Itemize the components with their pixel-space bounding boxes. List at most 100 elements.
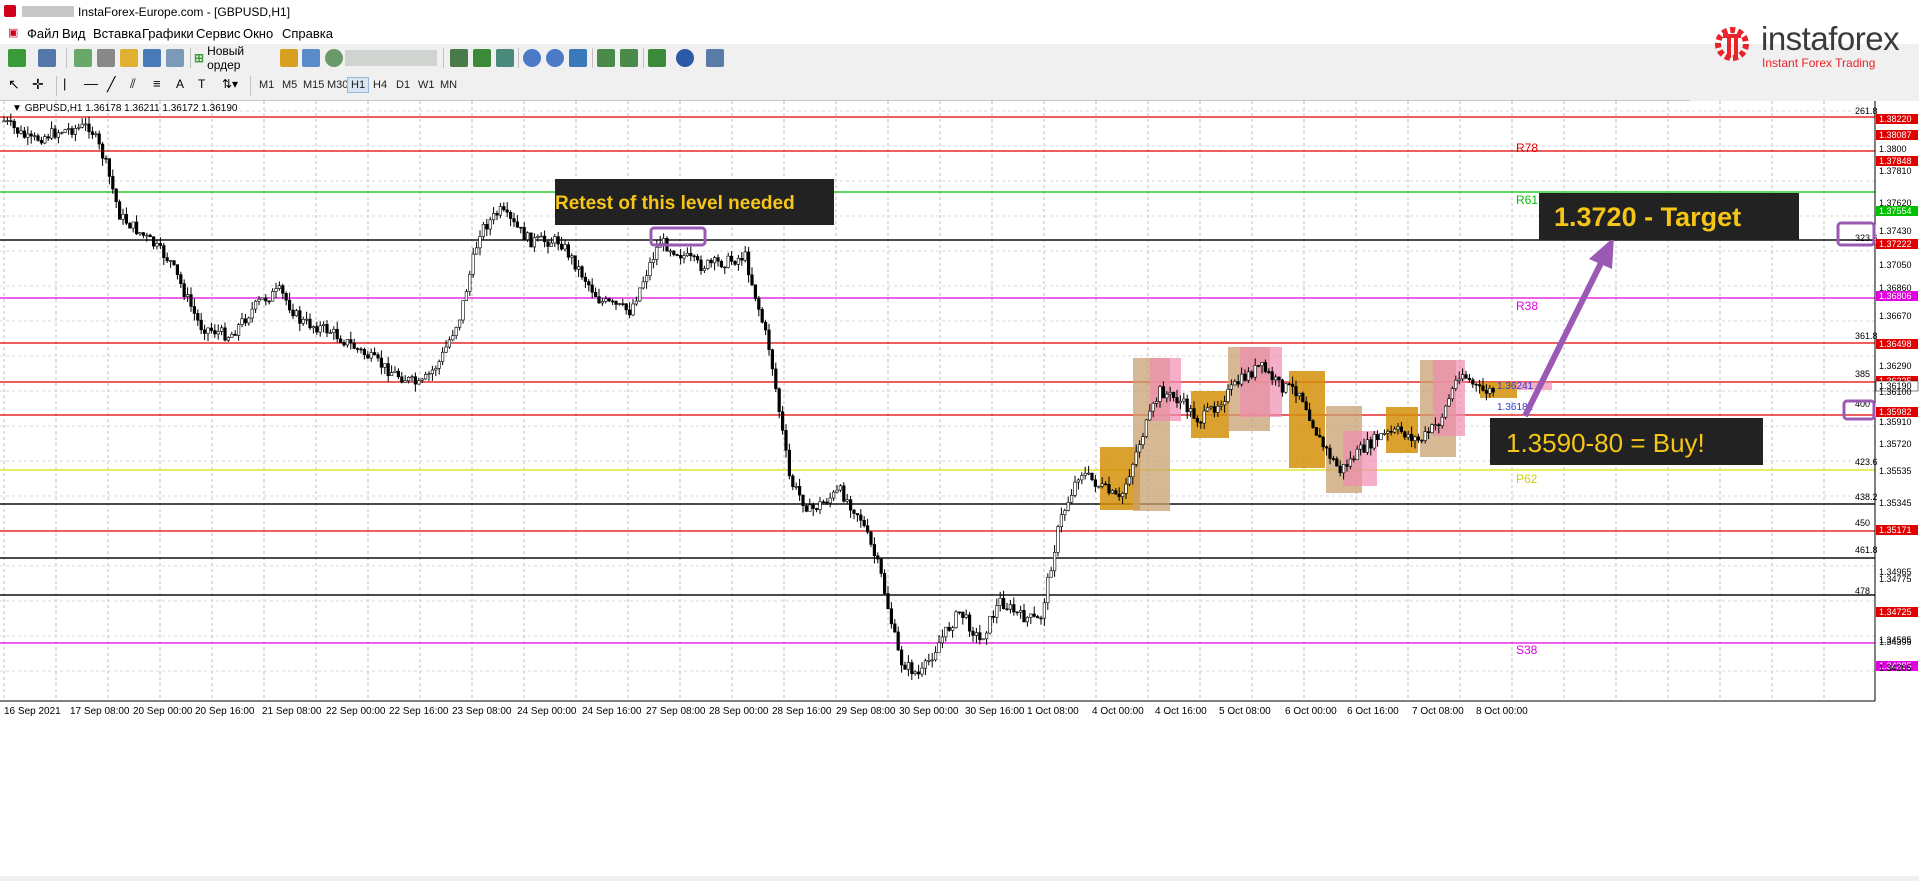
templates-icon[interactable]	[706, 49, 724, 67]
horizontal-line-icon[interactable]: —	[84, 75, 98, 93]
candle-body	[763, 321, 768, 331]
candle-body	[1107, 484, 1111, 494]
candle-body	[1001, 597, 1006, 610]
candle-body	[1352, 458, 1356, 461]
candle-body	[1022, 609, 1026, 623]
candle-body	[1182, 398, 1186, 402]
candle-body	[162, 245, 166, 258]
candle-body	[882, 573, 887, 594]
candle-body	[485, 224, 489, 230]
candle-body	[1348, 458, 1352, 467]
zoom-in-icon[interactable]	[523, 49, 541, 67]
cursor-icon[interactable]: ↖	[8, 76, 22, 94]
toolbar-standard: ⊞ Новый ордер	[0, 44, 1690, 73]
candlestick-icon[interactable]	[473, 49, 491, 67]
crosshair-icon[interactable]: ✛	[32, 76, 46, 94]
candle-body	[321, 324, 326, 327]
menu-tools[interactable]: Сервис	[196, 26, 241, 41]
chart-menu-icon[interactable]: ▼	[12, 103, 22, 114]
arrows-icon[interactable]: ⇅▾	[222, 77, 244, 95]
toolbar-separator	[190, 48, 191, 68]
candle-body	[757, 298, 761, 310]
chart-window[interactable]: 261.8 1.38220 1.38087 1.3800 1.37848 1.37810 1…	[0, 96, 1919, 876]
trendline-icon[interactable]: ╱	[107, 76, 121, 94]
market-icon[interactable]	[325, 49, 343, 67]
candle-body	[746, 251, 751, 276]
vertical-line-icon[interactable]: |	[63, 76, 71, 94]
symbol-line: GBPUSD,H1 1.36178 1.36211 1.36172 1.3619…	[24, 103, 238, 114]
text-label-icon[interactable]: T	[198, 77, 212, 95]
menu-window[interactable]: Окно	[243, 26, 273, 41]
timeframe-m1[interactable]: M1	[256, 78, 277, 92]
timeframe-mn[interactable]: MN	[437, 78, 460, 92]
candle-body	[787, 449, 791, 477]
timeframe-h4[interactable]: H4	[370, 78, 390, 92]
candle-body	[488, 219, 492, 230]
signals-icon[interactable]	[302, 49, 320, 67]
candle-body	[73, 128, 77, 135]
candle-body	[56, 132, 60, 138]
candle-body	[1087, 472, 1091, 475]
menu-app-icon[interactable]: ▣	[8, 26, 18, 39]
indicators-icon[interactable]	[648, 49, 666, 67]
navigator-icon[interactable]	[120, 49, 138, 67]
candle-body	[1127, 476, 1131, 485]
candle-body	[1080, 475, 1084, 481]
tester-icon[interactable]	[166, 49, 184, 67]
chart-shift-icon[interactable]	[620, 49, 638, 67]
menu-insert[interactable]: Вставка	[93, 26, 141, 41]
line-chart-icon[interactable]	[496, 49, 514, 67]
candle-body	[753, 284, 757, 299]
menu-help[interactable]: Справка	[282, 26, 333, 41]
candle-body	[332, 328, 336, 333]
new-chart-icon[interactable]	[8, 49, 26, 67]
level-lines	[0, 96, 1875, 644]
new-order-button[interactable]: ⊞ Новый ордер	[194, 44, 276, 72]
bar-chart-icon[interactable]	[450, 49, 468, 67]
timeframe-w1[interactable]: W1	[415, 78, 438, 92]
candle-body	[536, 236, 540, 239]
new-order-icon: ⊞	[194, 51, 205, 65]
candle-body	[991, 615, 995, 618]
timeframe-d1[interactable]: D1	[393, 78, 413, 92]
text-icon[interactable]: A	[176, 77, 188, 95]
autoscroll-icon[interactable]	[597, 49, 615, 67]
profiles-icon[interactable]	[38, 49, 56, 67]
candle-body	[342, 342, 346, 346]
candle-body	[546, 241, 550, 247]
candle-body	[379, 357, 384, 368]
candle-body	[638, 287, 642, 302]
menu-view[interactable]: Вид	[62, 26, 86, 41]
candle-body	[1430, 424, 1434, 433]
candle-body	[621, 303, 625, 305]
price-tick-label: 1.37430	[1879, 226, 1912, 236]
logo-brand: instaforex	[1761, 20, 1900, 57]
time-tick-label: 21 Sep 08:00	[262, 706, 322, 717]
candle-body	[53, 128, 57, 138]
timeframe-m5[interactable]: M5	[279, 78, 300, 92]
tile-windows-icon[interactable]	[569, 49, 587, 67]
market-watch-icon[interactable]	[74, 49, 92, 67]
data-window-icon[interactable]	[97, 49, 115, 67]
timeframe-h1[interactable]: H1	[347, 77, 370, 93]
candle-body	[682, 255, 686, 259]
candle-body	[954, 611, 958, 628]
time-tick-label: 6 Oct 00:00	[1285, 706, 1337, 717]
periods-icon[interactable]	[676, 49, 694, 67]
candle-body	[1059, 514, 1063, 528]
fibonacci-icon[interactable]: ≡	[153, 76, 167, 94]
time-tick-label: 28 Sep 00:00	[709, 706, 769, 717]
level-label-s38: S38	[1516, 643, 1538, 657]
menu-charts[interactable]: Графики	[142, 26, 194, 41]
app-icon	[4, 5, 16, 17]
candle-body	[1025, 617, 1029, 623]
metaeditor-icon[interactable]	[280, 49, 298, 67]
price-tick-label: 1.36100	[1879, 387, 1912, 397]
zoom-out-icon[interactable]	[546, 49, 564, 67]
channel-icon[interactable]: ⫽	[130, 76, 144, 94]
candle-body	[1144, 419, 1148, 437]
candle-body	[828, 497, 832, 504]
candle-body	[716, 257, 720, 262]
terminal-icon[interactable]	[143, 49, 161, 67]
menu-file[interactable]: Файл	[27, 26, 59, 41]
